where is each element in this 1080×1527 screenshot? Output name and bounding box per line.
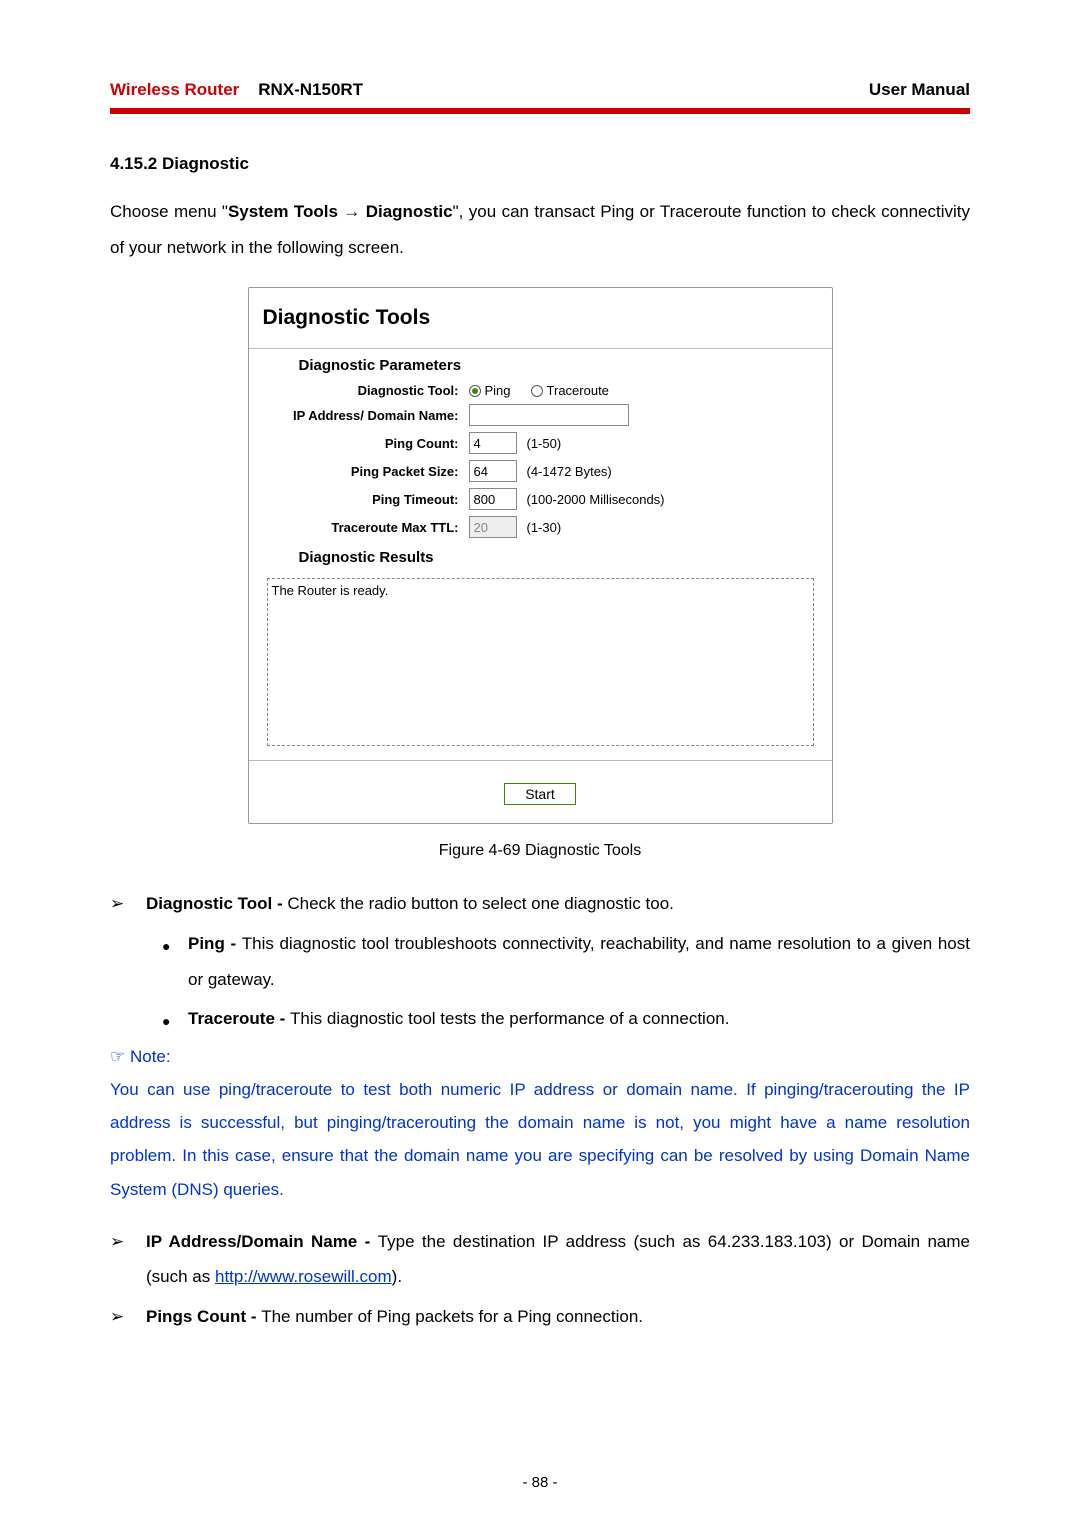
radio-unselected-icon [531, 385, 543, 397]
radio-selected-icon [469, 385, 481, 397]
trace-ttl-label: Traceroute Max TTL: [249, 520, 469, 535]
intro-paragraph: Choose menu "System Tools → Diagnostic",… [110, 194, 970, 265]
traceroute-radio[interactable]: Traceroute [531, 383, 609, 398]
results-box: The Router is ready. [267, 578, 814, 746]
parameters-title: Diagnostic Parameters [249, 349, 832, 380]
start-button[interactable]: Start [504, 783, 576, 805]
ip-input[interactable] [469, 404, 629, 426]
ping-timeout-label: Ping Timeout: [249, 492, 469, 507]
ping-timeout-input[interactable] [469, 488, 517, 510]
header-divider [110, 108, 970, 114]
trace-ttl-hint: (1-30) [527, 520, 562, 535]
diagnostic-tool-label: Diagnostic Tool: [249, 383, 469, 398]
rosewill-link[interactable]: http://www.rosewill.com [215, 1267, 392, 1286]
row-diagnostic-tool: Diagnostic Tool: Ping Traceroute [249, 380, 832, 401]
panel-title: Diagnostic Tools [249, 296, 832, 348]
trace-ttl-input [469, 516, 517, 538]
results-title: Diagnostic Results [249, 541, 832, 572]
ping-count-input[interactable] [469, 432, 517, 454]
ip-label: IP Address/ Domain Name: [249, 408, 469, 423]
figure-caption: Figure 4-69 Diagnostic Tools [110, 842, 970, 860]
ping-count-label: Ping Count: [249, 436, 469, 451]
arrow-icon: ➢ [110, 886, 146, 922]
ping-pkt-hint: (4-1472 Bytes) [527, 464, 612, 479]
row-ip-address: IP Address/ Domain Name: [249, 401, 832, 429]
ping-pkt-label: Ping Packet Size: [249, 464, 469, 479]
ping-count-hint: (1-50) [527, 436, 562, 451]
arrow-icon: ➢ [110, 1299, 146, 1335]
row-ping-count: Ping Count: (1-50) [249, 429, 832, 457]
arrow-icon: ➢ [110, 1224, 146, 1295]
bullet-dot-icon: ● [162, 1001, 188, 1037]
brand-label: Wireless Router [110, 80, 239, 99]
manual-label: User Manual [869, 80, 970, 100]
ping-timeout-hint: (100-2000 Milliseconds) [527, 492, 665, 507]
page-number: - 88 - [0, 1474, 1080, 1491]
diagnostic-panel: Diagnostic Tools Diagnostic Parameters D… [248, 287, 833, 824]
bullet-traceroute: ● Traceroute - This diagnostic tool test… [162, 1001, 970, 1037]
row-trace-ttl: Traceroute Max TTL: (1-30) [249, 513, 832, 541]
ping-radio[interactable]: Ping [469, 383, 511, 398]
page-header: Wireless Router RNX-N150RT User Manual [110, 80, 970, 108]
bullet-ip-address: ➢ IP Address/Domain Name - Type the dest… [110, 1224, 970, 1295]
ping-pkt-input[interactable] [469, 460, 517, 482]
bullet-diagnostic-tool: ➢ Diagnostic Tool - Check the radio butt… [110, 886, 970, 922]
results-text: The Router is ready. [272, 583, 389, 598]
bullet-pings-count: ➢ Pings Count - The number of Ping packe… [110, 1299, 970, 1335]
note-heading: ☞ Note: [110, 1047, 970, 1067]
row-ping-packet-size: Ping Packet Size: (4-1472 Bytes) [249, 457, 832, 485]
bullet-dot-icon: ● [162, 926, 188, 997]
note-body: You can use ping/traceroute to test both… [110, 1073, 970, 1206]
row-ping-timeout: Ping Timeout: (100-2000 Milliseconds) [249, 485, 832, 513]
bullet-ping: ● Ping - This diagnostic tool troublesho… [162, 926, 970, 997]
model-label: RNX-N150RT [258, 80, 363, 99]
section-heading: 4.15.2 Diagnostic [110, 154, 970, 174]
